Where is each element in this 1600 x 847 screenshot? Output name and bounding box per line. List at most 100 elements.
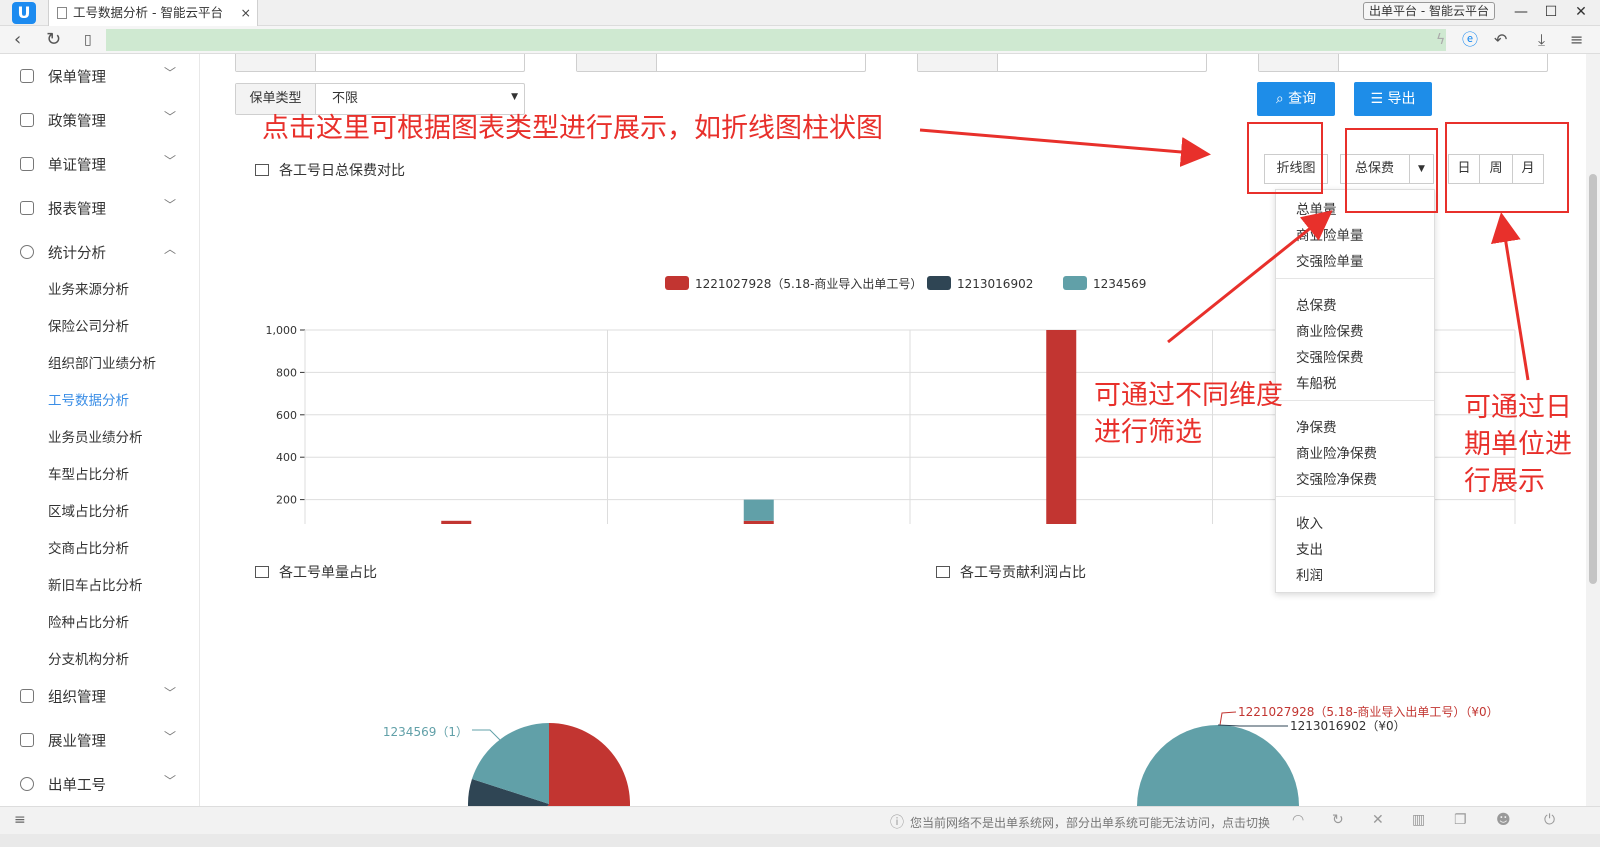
sidebar-item-organization[interactable]: 组织管理 ﹀ <box>0 674 199 718</box>
menu-item-commercial-net-premium[interactable]: 商业险净保费 <box>1296 442 1377 462</box>
ytick-label: 600 <box>276 409 297 422</box>
salesman-field[interactable] <box>1258 54 1548 72</box>
status-message[interactable]: 您当前网络不是出单系统网，部分出单系统可能无法访问，点击切换 <box>910 814 1270 831</box>
caret-down-icon: ▼ <box>511 92 518 102</box>
submenu-salesman-analysis[interactable]: 业务员业绩分析 <box>48 426 143 446</box>
sidebar-item-label: 出单工号 <box>48 778 106 794</box>
sidebar-item-label: 展业管理 <box>48 734 106 750</box>
menu-item-total-premium[interactable]: 总保费 <box>1296 294 1337 314</box>
section1-title-text: 各工号日总保费对比 <box>279 163 405 179</box>
query-button[interactable]: ⌕ 查询 <box>1257 82 1335 116</box>
undo-icon[interactable]: ↶ <box>1494 29 1507 51</box>
menu-item-income[interactable]: 收入 <box>1296 512 1323 532</box>
field-key <box>236 54 316 71</box>
close-icon[interactable]: ✕ <box>1372 812 1384 828</box>
shield-icon <box>20 69 34 83</box>
sidebar-item-documents[interactable]: 单证管理 ﹀ <box>0 142 199 186</box>
date-type-field[interactable] <box>235 54 525 72</box>
sidebar-item-label: 组织管理 <box>48 690 106 706</box>
sidebar-item-policy-rules[interactable]: 政策管理 ﹀ <box>0 98 199 142</box>
ie-icon[interactable]: ⓔ <box>1462 29 1478 51</box>
submenu-vehicle-type-analysis[interactable]: 车型占比分析 <box>48 463 129 483</box>
window-title: 出单平台 - 智能云平台 <box>1363 2 1495 20</box>
users-icon[interactable]: ☻ <box>1496 812 1511 828</box>
back-icon[interactable]: ‹ <box>14 29 21 51</box>
bar-chart-icon <box>255 566 269 578</box>
menu-icon[interactable]: ≡ <box>1570 29 1583 51</box>
pie-label: 1221027928（5.18-商业导入出单工号）（¥0） <box>1238 704 1499 719</box>
minimize-icon[interactable]: — <box>1506 0 1536 24</box>
menu-item-profit[interactable]: 利润 <box>1296 564 1323 584</box>
field-key <box>1259 54 1339 71</box>
maximize-icon[interactable]: ☐ <box>1536 0 1566 24</box>
hamburger-icon[interactable]: ≡ <box>14 812 26 828</box>
tab-title: 工号数据分析 - 智能云平台 <box>73 5 223 20</box>
menu-item-total-orders[interactable]: 总单量 <box>1296 198 1337 218</box>
menu-item-expense[interactable]: 支出 <box>1296 538 1323 558</box>
power-icon[interactable]: ⏻ <box>1544 812 1555 828</box>
trash-icon[interactable]: ▥ <box>1412 812 1425 828</box>
info-icon: ⓘ <box>890 815 904 831</box>
submenu-compulsory-commercial-analysis[interactable]: 交商占比分析 <box>48 537 129 557</box>
submenu-insurer-analysis[interactable]: 保险公司分析 <box>48 315 129 335</box>
pie-label: 1234569（1） <box>383 725 468 739</box>
sidebar-item-accounts[interactable]: 出单工号 ﹀ <box>0 762 199 806</box>
chevron-up-icon: ︿ <box>164 242 177 256</box>
document-icon <box>20 157 34 171</box>
sidebar-item-policy[interactable]: 保单管理 ﹀ <box>0 54 199 98</box>
submenu-department-analysis[interactable]: 组织部门业绩分析 <box>48 352 156 372</box>
address-bar[interactable] <box>106 29 1446 51</box>
refresh-icon[interactable]: ↻ <box>1332 812 1344 828</box>
submenu-source-analysis[interactable]: 业务来源分析 <box>48 278 129 298</box>
label-leader <box>1217 724 1288 727</box>
menu-divider <box>1276 278 1434 279</box>
window-icon[interactable]: ❐ <box>1454 812 1467 828</box>
submenu-coverage-analysis[interactable]: 险种占比分析 <box>48 611 129 631</box>
menu-item-compulsory-net-premium[interactable]: 交强险净保费 <box>1296 468 1377 488</box>
chevron-down-icon: ﹀ <box>164 198 177 212</box>
scrollbar-thumb[interactable] <box>1589 174 1597 584</box>
sidebar-item-business[interactable]: 展业管理 ﹀ <box>0 718 199 762</box>
submenu-branch-analysis[interactable]: 分支机构分析 <box>48 648 129 668</box>
browser-navbar: ‹ ↻ ▯ ϟ ⓔ ↶ ⤓ ≡ <box>0 26 1600 54</box>
pie-chart-profit: 1221027928（5.18-商业导入出单工号）（¥0）1213016902（… <box>1137 704 1499 806</box>
field-key <box>918 54 998 71</box>
wifi-icon[interactable]: ◠ <box>1292 812 1304 828</box>
sidebar-item-label: 报表管理 <box>48 202 106 218</box>
end-date-field[interactable] <box>917 54 1207 72</box>
submenu-account-analysis[interactable]: 工号数据分析 <box>48 389 129 409</box>
menu-item-compulsory-orders[interactable]: 交强险单量 <box>1296 250 1364 270</box>
sidebar-item-reports[interactable]: 报表管理 ﹀ <box>0 186 199 230</box>
search-icon: ⌕ <box>1275 91 1284 107</box>
legend-swatch <box>665 276 689 290</box>
menu-item-commercial-orders[interactable]: 商业险单量 <box>1296 224 1364 244</box>
menu-item-net-premium[interactable]: 净保费 <box>1296 416 1337 436</box>
badge-icon <box>20 777 34 791</box>
page-scrollbar[interactable] <box>1586 54 1600 806</box>
menu-item-commercial-premium[interactable]: 商业险保费 <box>1296 320 1364 340</box>
pie-chart-orders: 1221027928（5.18-商业导入出单工号1213016902（1）123… <box>383 723 630 806</box>
export-button[interactable]: ☰ 导出 <box>1354 82 1432 116</box>
annotation-period-line3: 行展示 <box>1464 466 1545 497</box>
browser-tab[interactable]: 工号数据分析 - 智能云平台 × <box>48 0 258 26</box>
section2-title-text: 各工号单量占比 <box>279 565 377 581</box>
sidebar-item-statistics[interactable]: 统计分析 ︿ <box>0 230 199 274</box>
download-icon[interactable]: ⤓ <box>1538 29 1545 51</box>
sidebar-item-label: 统计分析 <box>48 246 106 262</box>
annotation-metric-line1: 可通过不同维度 <box>1094 380 1283 411</box>
bar <box>1046 330 1077 524</box>
bar <box>743 499 774 521</box>
tab-close-icon[interactable]: × <box>241 0 251 26</box>
book-icon <box>20 113 34 127</box>
close-window-icon[interactable]: ✕ <box>1566 0 1596 24</box>
field-key <box>577 54 657 71</box>
lightning-icon[interactable]: ϟ <box>1436 29 1445 51</box>
menu-item-compulsory-premium[interactable]: 交强险保费 <box>1296 346 1364 366</box>
start-date-field[interactable] <box>576 54 866 72</box>
menu-item-vehicle-tax[interactable]: 车船税 <box>1296 372 1337 392</box>
submenu-region-analysis[interactable]: 区域占比分析 <box>48 500 129 520</box>
reload-icon[interactable]: ↻ <box>46 29 61 51</box>
metric-dropdown-menu: 总单量 商业险单量 交强险单量 总保费 商业险保费 交强险保费 车船税 净保费 … <box>1275 189 1435 593</box>
annotation-period-line2: 期单位进 <box>1464 429 1572 460</box>
submenu-new-old-car-analysis[interactable]: 新旧车占比分析 <box>48 574 143 594</box>
